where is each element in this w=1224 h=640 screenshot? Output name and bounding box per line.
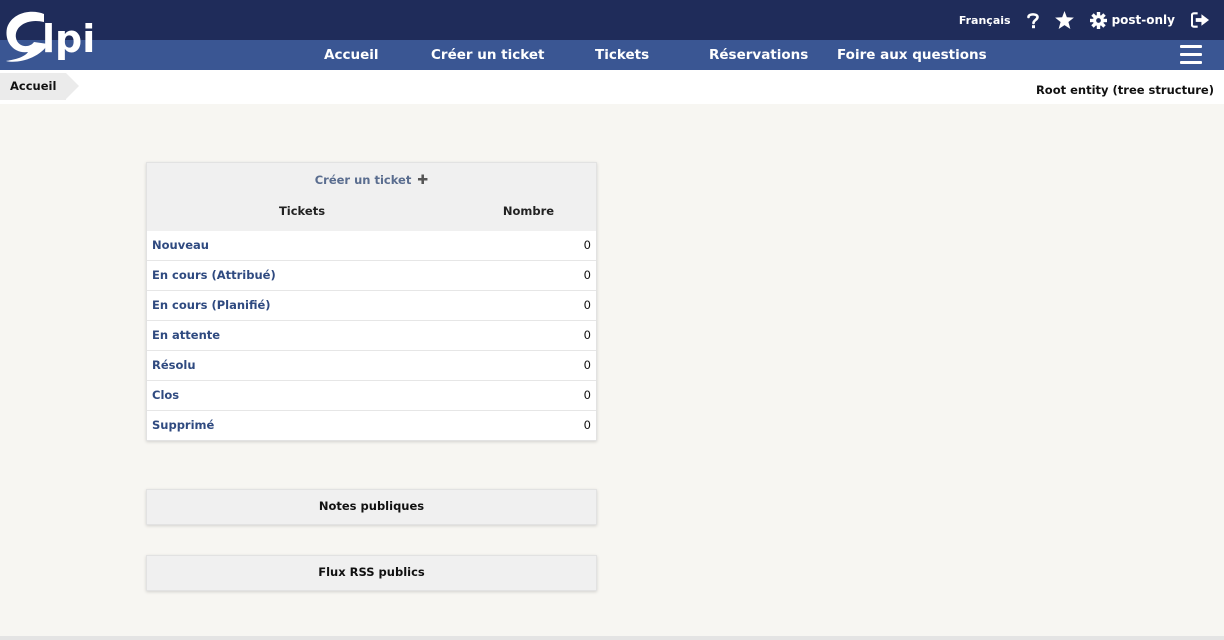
table-row: Supprimé 0 (147, 410, 596, 440)
table-row: Clos 0 (147, 380, 596, 410)
column-header-count: Nombre (502, 204, 555, 218)
star-icon[interactable] (1054, 11, 1074, 29)
table-row: Résolu 0 (147, 350, 596, 380)
status-count: 0 (583, 388, 591, 402)
table-row: Nouveau 0 (147, 231, 596, 260)
create-ticket-link[interactable]: Créer un ticket ✚ (147, 163, 596, 195)
status-count: 0 (583, 268, 591, 282)
tickets-table-body: Nouveau 0 En cours (Attribué) 0 En cours… (147, 231, 596, 440)
status-link-nouveau[interactable]: Nouveau (147, 231, 531, 260)
entity-selector[interactable]: Root entity (tree structure) (1036, 83, 1214, 97)
nav-tickets[interactable]: Tickets (595, 40, 649, 70)
glpi-logo[interactable]: lpi (4, 8, 100, 64)
tickets-panel: Créer un ticket ✚ Tickets Nombre Nouveau… (146, 162, 597, 441)
plus-icon: ✚ (417, 173, 429, 188)
top-links: Français post-only (943, 0, 1210, 40)
status-count: 0 (583, 358, 591, 372)
column-header-tickets: Tickets (278, 204, 326, 218)
status-link-en-cours-attribue[interactable]: En cours (Attribué) (147, 261, 531, 290)
breadcrumb-arrow (66, 73, 79, 99)
question-icon[interactable] (1026, 12, 1039, 29)
user-settings-link[interactable]: post-only (1089, 11, 1175, 29)
create-ticket-label: Créer un ticket (314, 173, 412, 187)
status-link-resolu[interactable]: Résolu (147, 351, 531, 380)
status-link-clos[interactable]: Clos (147, 381, 531, 410)
language-selector[interactable]: Français (959, 14, 1011, 27)
nav-creer-ticket[interactable]: Créer un ticket (431, 40, 544, 70)
user-name: post-only (1111, 13, 1175, 27)
nav-reservations[interactable]: Réservations (709, 40, 808, 70)
status-count: 0 (583, 298, 591, 312)
gear-icon (1089, 11, 1107, 29)
status-count: 0 (583, 418, 591, 432)
status-link-supprime[interactable]: Supprimé (147, 411, 531, 440)
nav-faq[interactable]: Foire aux questions (837, 40, 987, 70)
hamburger-icon[interactable] (1180, 45, 1202, 65)
nav-accueil[interactable]: Accueil (324, 40, 378, 70)
tickets-table-header: Tickets Nombre (147, 195, 596, 231)
sign-out-icon[interactable] (1191, 12, 1210, 28)
public-notes-panel[interactable]: Notes publiques (146, 489, 597, 525)
table-row: En cours (Attribué) 0 (147, 260, 596, 290)
status-count: 0 (583, 238, 591, 252)
public-rss-panel[interactable]: Flux RSS publics (146, 555, 597, 591)
table-row: En attente 0 (147, 320, 596, 350)
status-link-en-attente[interactable]: En attente (147, 321, 531, 350)
status-link-en-cours-planifie[interactable]: En cours (Planifié) (147, 291, 531, 320)
status-count: 0 (583, 328, 591, 342)
footer-divider (0, 636, 1224, 640)
breadcrumb-home[interactable]: Accueil (0, 73, 67, 100)
svg-text:lpi: lpi (42, 17, 95, 61)
table-row: En cours (Planifié) 0 (147, 290, 596, 320)
